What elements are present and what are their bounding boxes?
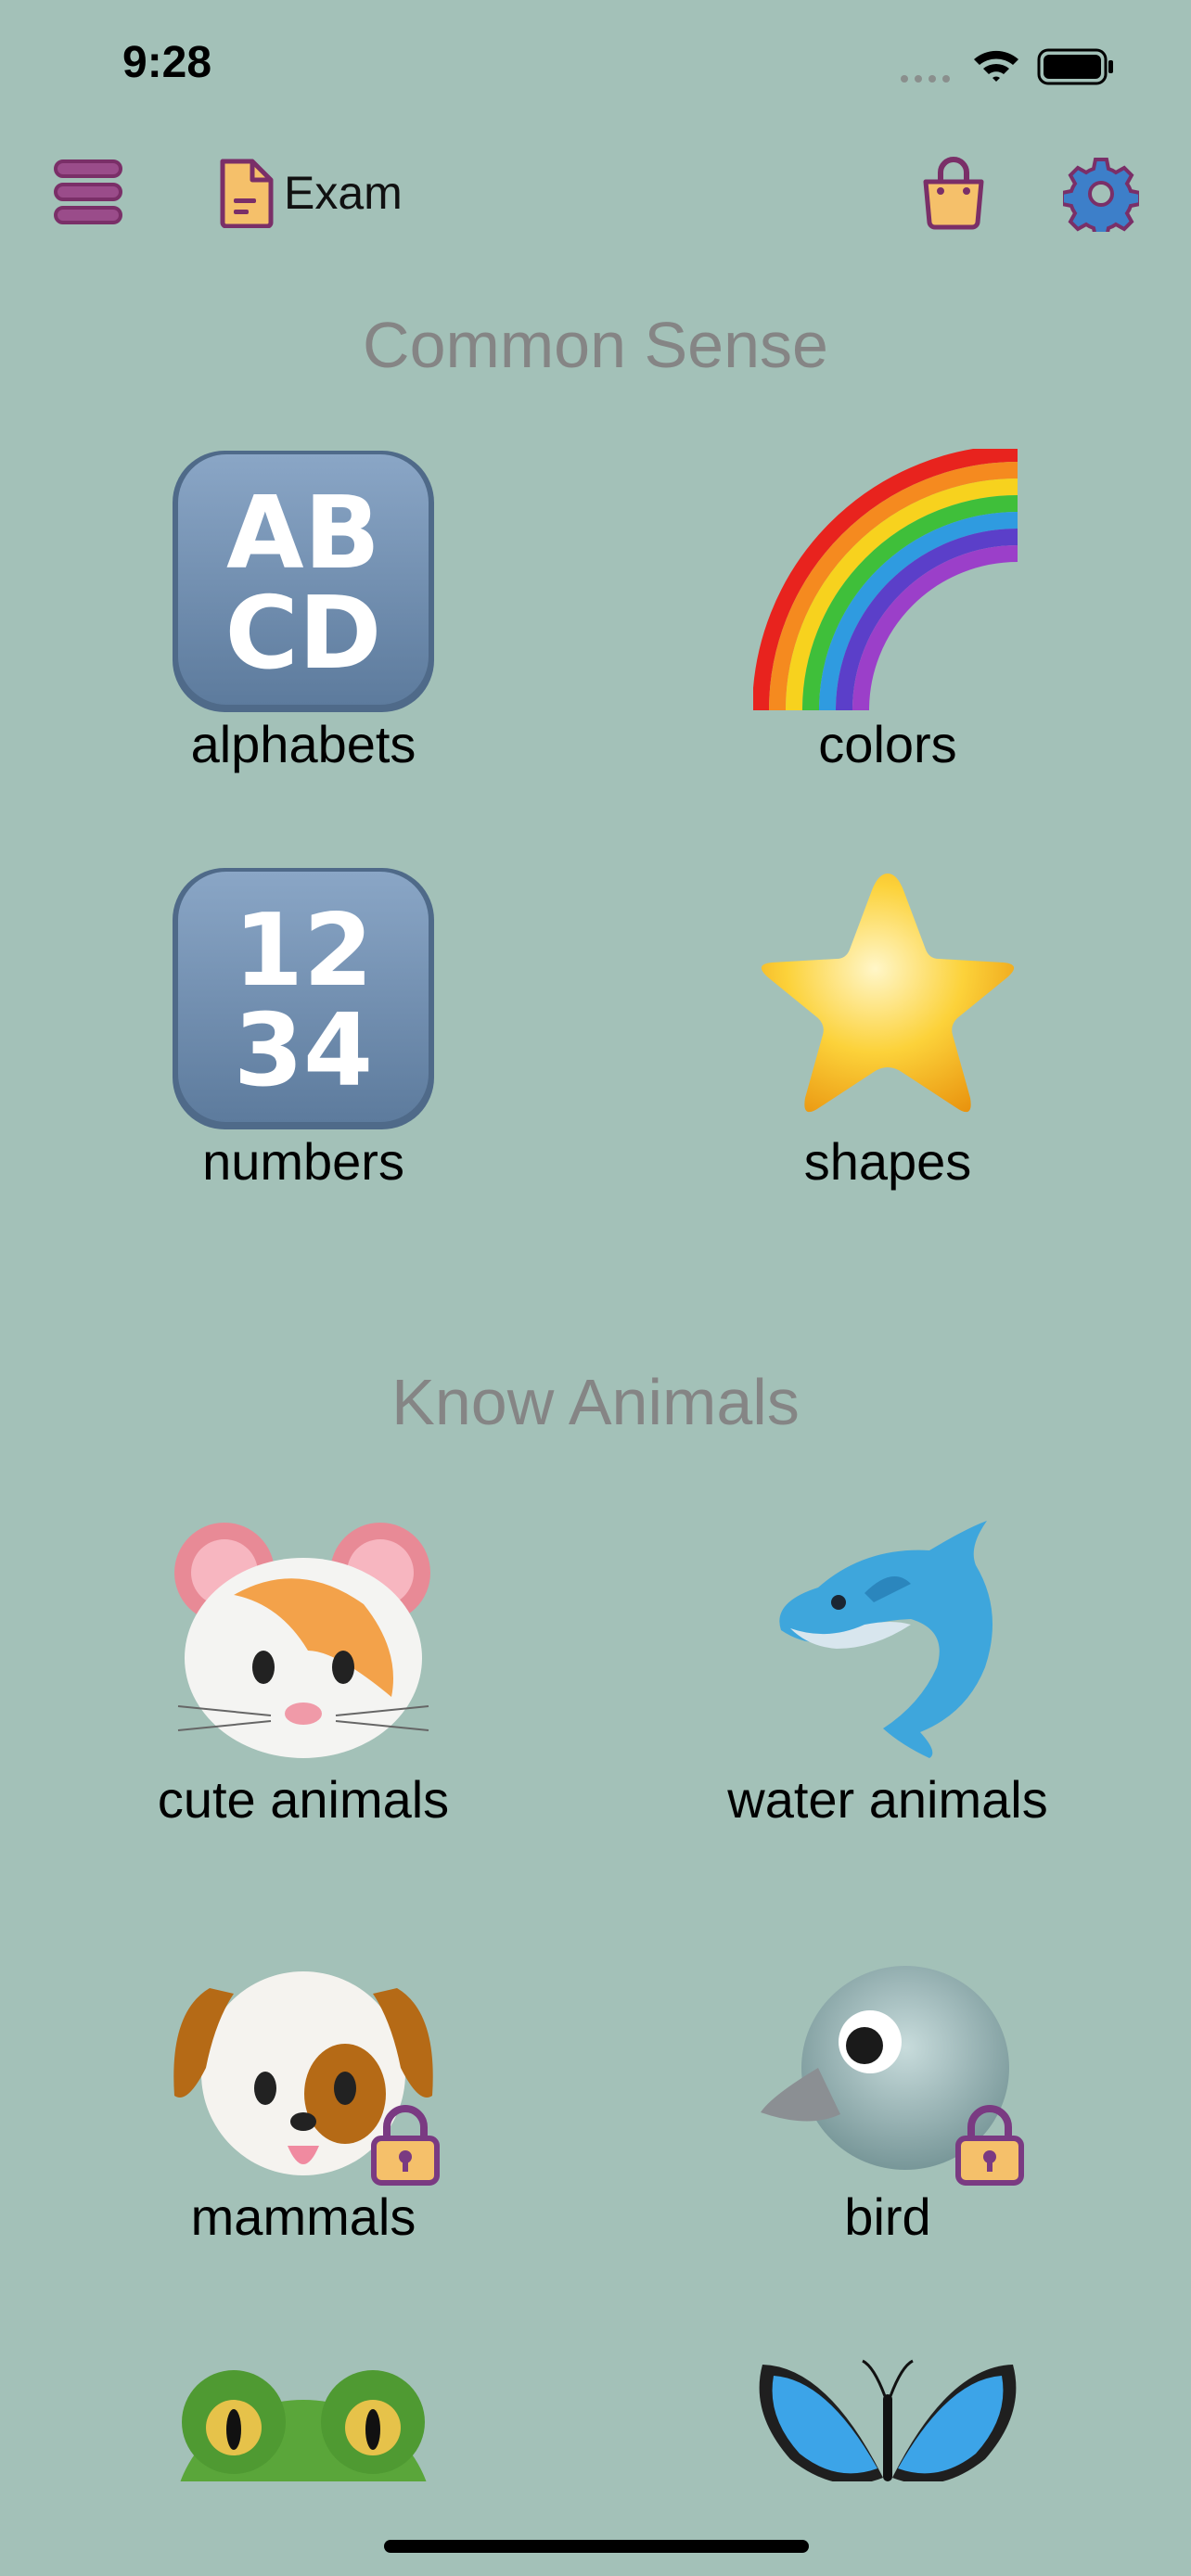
tile-colors[interactable]: colors bbox=[702, 443, 1073, 814]
tile-label: shapes bbox=[803, 1132, 972, 1191]
shopping-bag-icon bbox=[923, 157, 984, 230]
tile-numbers[interactable]: 12 34 numbers bbox=[118, 861, 489, 1231]
frog-icon bbox=[180, 2370, 427, 2481]
section-title-know-animals: Know Animals bbox=[391, 1366, 800, 1438]
status-time: 9:28 bbox=[122, 38, 212, 87]
document-icon bbox=[220, 159, 274, 228]
wifi-icon bbox=[974, 50, 1018, 82]
tile-label: cute animals bbox=[157, 1770, 450, 1829]
svg-text:12: 12 bbox=[234, 893, 373, 1009]
settings-button[interactable] bbox=[1060, 156, 1142, 239]
lock-icon bbox=[371, 2105, 440, 2186]
tile-mammals[interactable]: mammals bbox=[118, 1918, 489, 2289]
svg-text:CD: CD bbox=[225, 576, 382, 692]
battery-icon bbox=[1037, 48, 1113, 85]
tile-shapes[interactable]: shapes bbox=[702, 861, 1073, 1231]
tile-bird[interactable]: bird bbox=[702, 1918, 1073, 2289]
tile-label: alphabets bbox=[190, 715, 416, 773]
lock-icon bbox=[955, 2105, 1024, 2186]
tile-label: water animals bbox=[727, 1770, 1048, 1829]
svg-text:34: 34 bbox=[234, 993, 373, 1109]
menu-button[interactable] bbox=[52, 158, 126, 226]
tile-butterfly[interactable] bbox=[702, 2357, 1073, 2481]
exam-button[interactable]: Exam bbox=[217, 156, 403, 230]
star-icon bbox=[761, 874, 1015, 1113]
tile-frog[interactable] bbox=[118, 2363, 489, 2481]
gear-icon bbox=[1060, 158, 1142, 239]
status-bar: 9:28 bbox=[0, 0, 1191, 130]
cellular-signal-icon bbox=[901, 75, 950, 83]
hamburger-menu-icon bbox=[54, 159, 122, 224]
tile-water-animals[interactable]: water animals bbox=[702, 1500, 1073, 1871]
rainbow-icon bbox=[753, 449, 1018, 711]
exam-label: Exam bbox=[284, 167, 403, 219]
abcd-keycap-icon: AB CD bbox=[173, 451, 434, 712]
tile-label: numbers bbox=[202, 1132, 404, 1191]
home-indicator[interactable] bbox=[384, 2540, 809, 2553]
hamster-icon bbox=[174, 1523, 430, 1758]
svg-text:AB: AB bbox=[226, 476, 380, 592]
top-nav-bar: Exam bbox=[0, 139, 1191, 250]
shop-button[interactable] bbox=[918, 156, 989, 230]
tile-cute-animals[interactable]: cute animals bbox=[118, 1500, 489, 1871]
section-title-common-sense: Common Sense bbox=[363, 309, 828, 381]
tile-label: colors bbox=[818, 715, 957, 773]
butterfly-icon bbox=[759, 2359, 1017, 2481]
tile-label: mammals bbox=[190, 2187, 416, 2246]
tile-alphabets[interactable]: AB CD alphabets bbox=[118, 443, 489, 814]
dolphin-icon bbox=[779, 1521, 992, 1758]
1234-keycap-icon: 12 34 bbox=[173, 868, 434, 1129]
tile-label: bird bbox=[844, 2187, 931, 2246]
